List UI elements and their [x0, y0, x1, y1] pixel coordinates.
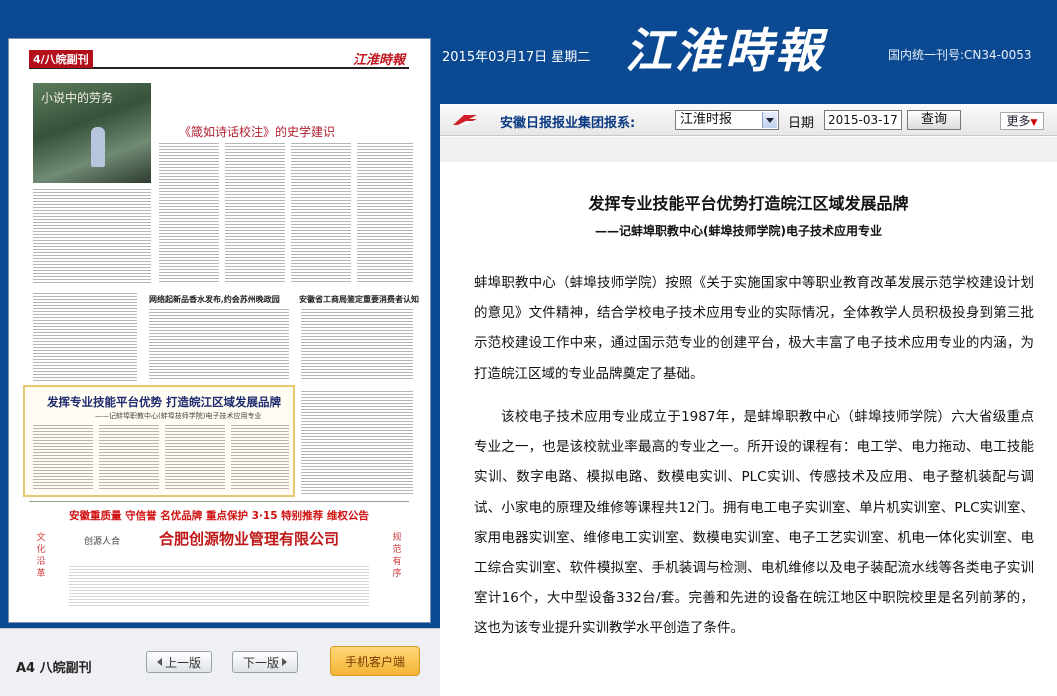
- page-advertisement[interactable]: 安徽重质量 守信誉 名优品牌 重点保护 3·15 特别推荐 维权公告 创源人合 …: [29, 501, 409, 619]
- text-block[interactable]: [301, 391, 413, 495]
- fragrance-headline[interactable]: 网络起新品香水发布,约会苏州晚政园: [149, 294, 280, 305]
- mobile-client-button[interactable]: 手机客户端: [330, 646, 420, 676]
- page-photo[interactable]: 小说中的劳务: [33, 83, 151, 183]
- page-header-strip: 4/八皖副刊 江淮時報: [29, 49, 409, 69]
- text-block: [33, 425, 93, 491]
- more-button[interactable]: 更多▼: [1000, 112, 1044, 130]
- text-block[interactable]: [33, 189, 151, 284]
- highlighted-article-region[interactable]: 发挥专业技能平台优势 打造皖江区域发展品牌 ——记蚌埠职教中心(蚌埠技师学院)电…: [23, 385, 295, 497]
- group-logo-icon: [453, 115, 477, 125]
- poem-headline[interactable]: 《箴如诗话校注》的史学建识: [179, 123, 335, 140]
- cn-number: 国内统一刊号:CN34-0053: [888, 48, 1032, 62]
- text-block[interactable]: [291, 143, 351, 283]
- paper-select[interactable]: 江淮时报: [675, 110, 779, 130]
- caret-down-icon: ▼: [1030, 118, 1038, 128]
- text-block[interactable]: [159, 143, 219, 283]
- text-block: [69, 566, 369, 606]
- newspaper-page-panel: 4/八皖副刊 江淮時報 小说中的劳务 《箴如诗话校注》的史学建识 网络起新品香水…: [0, 0, 440, 696]
- text-block: [99, 425, 159, 491]
- chevron-down-icon[interactable]: [762, 112, 777, 128]
- page-masthead: 江淮時報: [352, 53, 405, 68]
- article-paragraph: 该校电子技术应用专业成立于1987年，是蚌埠职教中心（蚌埠技师学院）六大省级重点…: [474, 409, 1034, 637]
- consumer-headline[interactable]: 安徽省工商局鉴定重要消费者认知: [299, 294, 419, 305]
- prev-page-button[interactable]: 上一版: [146, 651, 212, 673]
- highlight-subtitle: ——记蚌埠职教中心(蚌埠技师学院)电子技术应用专业: [95, 412, 262, 420]
- text-block[interactable]: [225, 143, 285, 283]
- paper-select-value: 江淮时报: [680, 112, 733, 127]
- more-button-label: 更多: [1006, 114, 1031, 128]
- text-block[interactable]: [33, 293, 137, 381]
- group-label: 安徽日报报业集团报系:: [500, 116, 636, 131]
- article-paragraph: 蚌埠职教中心（蚌埠技师学院）按照《关于实施国家中等职业教育改革发展示范学校建设计…: [474, 275, 1034, 382]
- section-label: A4 八皖副刊: [16, 661, 92, 676]
- site-header: 2015年03月17日 星期二 江淮時報 国内统一刊号:CN34-0053: [440, 0, 1057, 104]
- highlight-title: 发挥专业技能平台优势 打造皖江区域发展品牌: [47, 395, 282, 409]
- photo-figure: [91, 127, 105, 167]
- article-content: 发挥专业技能平台优势打造皖江区域发展品牌 ——记蚌埠职教中心(蚌埠技师学院)电子…: [440, 162, 1057, 696]
- issue-date: 2015年03月17日 星期二: [442, 50, 591, 65]
- ad-company-name: 合肥创源物业管理有限公司: [159, 530, 340, 548]
- next-page-button[interactable]: 下一版: [232, 651, 298, 673]
- text-block: [165, 425, 225, 491]
- masthead-logo: 江淮時報: [625, 24, 825, 79]
- toolbar: 安徽日报报业集团报系: 江淮时报 日期 2015-03-17 查询 更多▼: [440, 104, 1057, 136]
- arrow-left-icon: [156, 658, 162, 666]
- ad-side-text-left: 文化沿革: [36, 533, 46, 579]
- text-block[interactable]: [357, 143, 413, 283]
- article-subtitle: ——记蚌埠职教中心(蚌埠技师学院)电子技术应用专业: [595, 224, 882, 238]
- ad-logo: 创源人合: [84, 537, 121, 547]
- arrow-right-icon: [282, 658, 287, 666]
- article-title: 发挥专业技能平台优势打造皖江区域发展品牌: [588, 194, 909, 213]
- page-navigation-bar: A4 八皖副刊 上一版 下一版 手机客户端: [0, 628, 440, 696]
- text-block[interactable]: [301, 309, 413, 381]
- prev-page-label: 上一版: [164, 655, 201, 670]
- text-block: [231, 425, 289, 491]
- sub-bar: [440, 137, 1057, 162]
- date-label: 日期: [788, 116, 815, 131]
- newspaper-page-thumbnail[interactable]: 4/八皖副刊 江淮時報 小说中的劳务 《箴如诗话校注》的史学建识 网络起新品香水…: [8, 38, 431, 623]
- date-input[interactable]: 2015-03-17: [824, 110, 902, 130]
- text-block[interactable]: [149, 309, 289, 381]
- page-tag: 4/八皖副刊: [29, 50, 93, 68]
- query-button[interactable]: 查询: [907, 110, 961, 130]
- ad-banner-text: 安徽重质量 守信誉 名优品牌 重点保护 3·15 特别推荐 维权公告: [69, 510, 369, 522]
- next-page-label: 下一版: [242, 655, 279, 670]
- photo-caption: 小说中的劳务: [41, 91, 114, 105]
- ad-side-text-right: 规范有序: [392, 533, 402, 579]
